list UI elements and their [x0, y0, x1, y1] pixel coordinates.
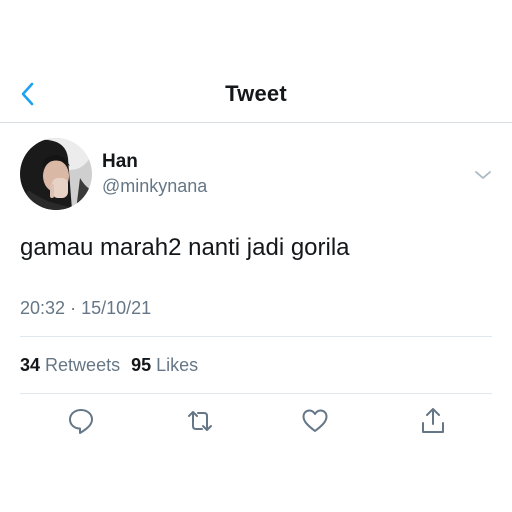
retweet-button[interactable]: [185, 406, 215, 436]
reply-icon: [69, 409, 93, 434]
meta-separator: ·: [70, 298, 77, 318]
retweet-icon: [188, 411, 212, 431]
more-options-button[interactable]: [472, 164, 494, 186]
retweets-count: 34: [20, 355, 41, 375]
share-button[interactable]: [418, 406, 448, 436]
chevron-down-icon: [475, 171, 491, 179]
avatar[interactable]: [20, 138, 92, 210]
divider: [20, 336, 492, 337]
author-handle[interactable]: @minkynana: [102, 176, 207, 197]
author-display-name[interactable]: Han: [102, 151, 138, 173]
avatar-image: [20, 138, 92, 210]
tweet-time: 20:32: [20, 298, 66, 318]
likes-count: 95: [131, 355, 152, 375]
likes-label: Likes: [156, 355, 199, 375]
retweets-label: Retweets: [45, 355, 121, 375]
navigation-bar: Tweet: [0, 70, 512, 123]
page-title: Tweet: [225, 81, 287, 106]
like-button[interactable]: [300, 406, 330, 436]
engagement-stats: 34 Retweets 95 Likes: [20, 355, 198, 376]
tweet-timestamp: 20:32 · 15/10/21: [20, 298, 151, 319]
like-icon: [302, 409, 328, 432]
divider: [20, 393, 492, 394]
retweets-stat[interactable]: 34 Retweets: [20, 355, 120, 375]
tweet-detail-screen: Tweet Han @minkynana gamau marah2 nanti …: [0, 0, 512, 512]
likes-stat[interactable]: 95 Likes: [131, 355, 198, 375]
tweet-date: 15/10/21: [81, 298, 152, 318]
reply-button[interactable]: [66, 406, 96, 436]
tweet-text: gamau marah2 nanti jadi gorila: [20, 234, 350, 261]
share-icon: [422, 408, 444, 433]
